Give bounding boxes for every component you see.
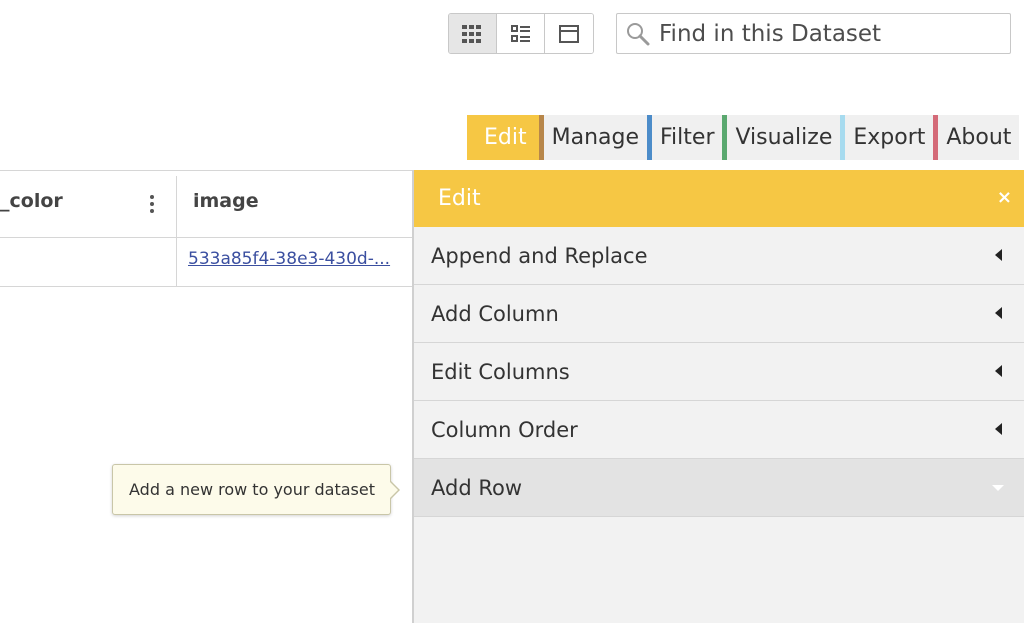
column-menu-icon[interactable] — [144, 192, 160, 216]
panel-item-label: Append and Replace — [431, 243, 648, 268]
panel-item-label: Column Order — [431, 417, 578, 442]
column-divider — [176, 176, 177, 286]
tab-about[interactable]: About — [933, 115, 1020, 160]
caret-left-icon — [995, 249, 1002, 261]
panel-item-add-column[interactable]: Add Column — [414, 285, 1024, 343]
column-header-color[interactable]: _color — [0, 190, 63, 212]
card-view-button[interactable] — [545, 14, 593, 53]
search-input[interactable] — [659, 14, 1010, 53]
tab-filter[interactable]: Filter — [647, 115, 723, 160]
caret-down-icon — [992, 485, 1004, 491]
card-view-icon — [559, 24, 579, 43]
grid-view-button[interactable] — [449, 14, 497, 53]
column-header-image[interactable]: image — [193, 190, 259, 212]
tab-bar: Edit Manage Filter Visualize Export Abou… — [467, 115, 1020, 160]
edit-panel: Edit × Append and Replace Add Column Edi… — [412, 170, 1024, 623]
search-icon — [617, 21, 659, 47]
panel-item-label: Add Column — [431, 301, 559, 326]
grid-view-icon — [461, 24, 481, 43]
panel-item-label: Edit Columns — [431, 359, 570, 384]
panel-item-append-replace[interactable]: Append and Replace — [414, 227, 1024, 285]
table-top-border — [0, 170, 412, 171]
tab-visualize[interactable]: Visualize — [722, 115, 841, 160]
tooltip-text: Add a new row to your dataset — [129, 480, 375, 499]
caret-left-icon — [995, 307, 1002, 319]
tooltip: Add a new row to your dataset — [112, 464, 391, 515]
list-view-icon — [510, 24, 530, 42]
caret-left-icon — [995, 365, 1002, 377]
panel-header: Edit × — [414, 170, 1024, 227]
panel-title: Edit — [438, 186, 481, 211]
panel-item-edit-columns[interactable]: Edit Columns — [414, 343, 1024, 401]
table-header-border — [0, 237, 412, 238]
panel-item-column-order[interactable]: Column Order — [414, 401, 1024, 459]
dataset-search — [616, 13, 1011, 54]
table-row-border — [0, 286, 412, 287]
table-cell-image-link[interactable]: 533a85f4-38e3-430d-... — [188, 249, 390, 269]
list-view-button[interactable] — [497, 14, 545, 53]
panel-item-label: Add Row — [431, 475, 523, 500]
panel-item-add-row[interactable]: Add Row — [414, 459, 1024, 517]
tab-export[interactable]: Export — [840, 115, 934, 160]
tooltip-arrow-fill — [389, 481, 398, 499]
view-toggle-group — [448, 13, 594, 54]
close-icon[interactable]: × — [997, 187, 1012, 208]
tab-edit[interactable]: Edit — [467, 115, 539, 160]
tab-manage[interactable]: Manage — [538, 115, 647, 160]
caret-left-icon — [995, 423, 1002, 435]
